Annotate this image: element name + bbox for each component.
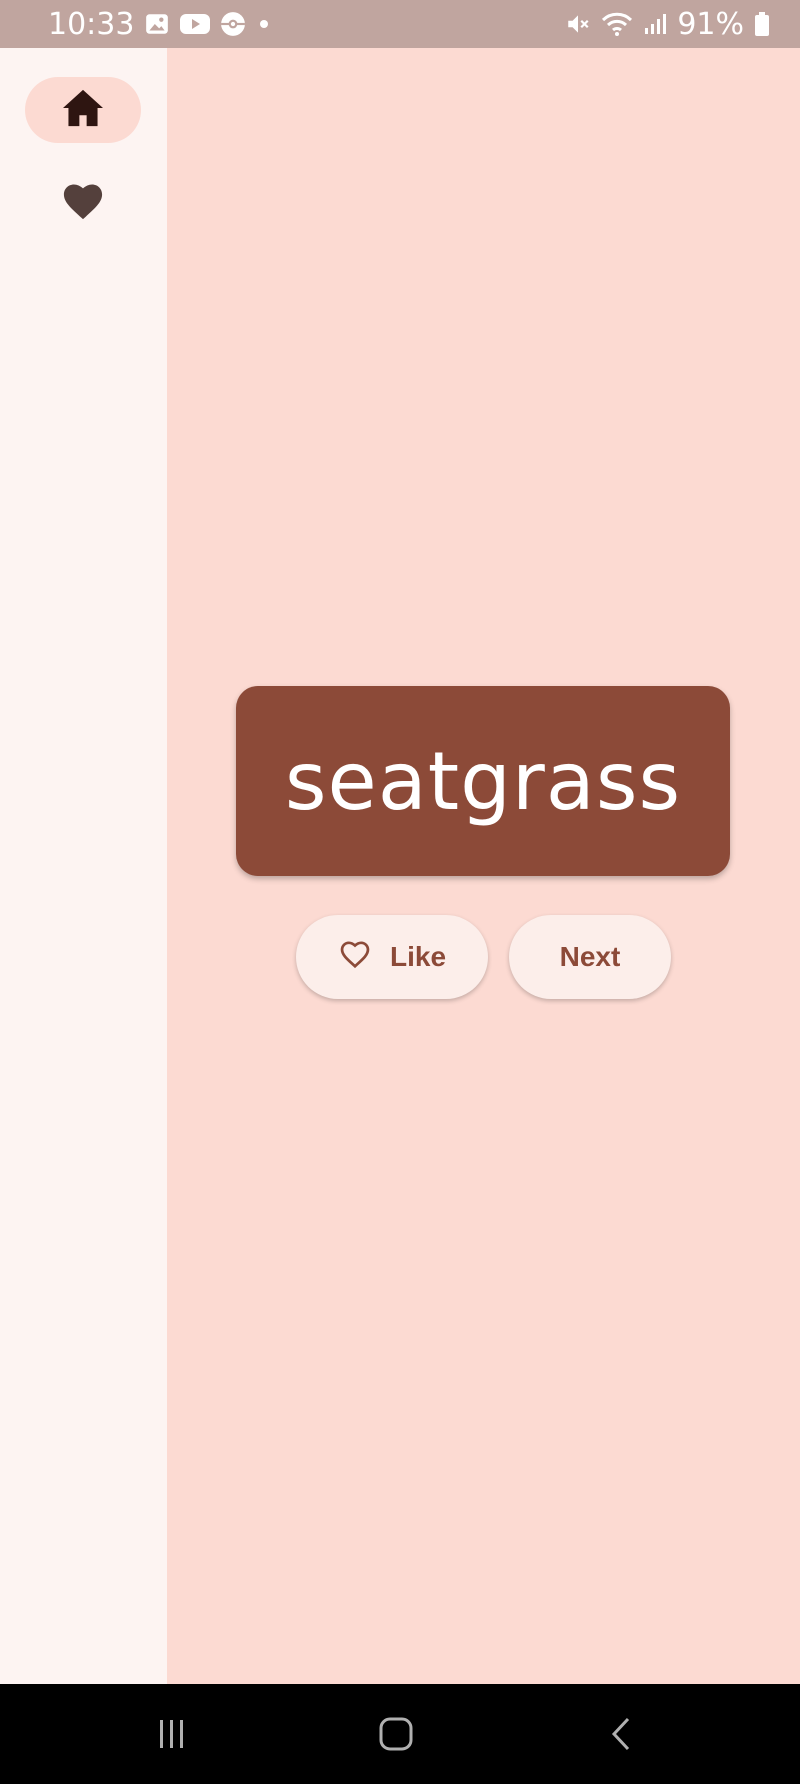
- word-card: seatgrass: [236, 686, 730, 876]
- status-time: 10:33: [48, 6, 135, 42]
- status-right: 91%: [565, 7, 770, 42]
- heart-icon: [61, 180, 105, 225]
- youtube-icon: [180, 12, 211, 36]
- signal-icon: [643, 12, 667, 36]
- home-outline-icon: [377, 1715, 415, 1758]
- dot-icon: [256, 16, 272, 32]
- heart-outline-icon: [338, 939, 372, 976]
- main-content: seatgrass Like Next: [167, 48, 800, 1684]
- next-button[interactable]: Next: [509, 915, 671, 999]
- like-button[interactable]: Like: [296, 915, 488, 999]
- battery-percent: 91%: [677, 6, 744, 42]
- next-button-label: Next: [559, 941, 621, 972]
- system-nav-bar: [0, 1684, 800, 1784]
- pokeball-icon: [220, 11, 246, 37]
- battery-icon: [754, 11, 770, 37]
- like-button-label: Like: [389, 941, 447, 972]
- rail-item-favorites[interactable]: [25, 169, 141, 235]
- nav-rail: [0, 48, 167, 1684]
- recents-icon: [154, 1716, 190, 1757]
- recents-button[interactable]: [150, 1714, 194, 1758]
- back-button[interactable]: [600, 1714, 644, 1758]
- mute-icon: [565, 11, 591, 37]
- rail-item-home[interactable]: [25, 77, 141, 143]
- gallery-icon: [144, 11, 170, 37]
- status-bar: 10:33 91%: [0, 0, 800, 48]
- home-icon: [61, 88, 105, 133]
- system-home-button[interactable]: [374, 1714, 418, 1758]
- status-left: 10:33: [48, 7, 272, 42]
- wifi-icon: [601, 11, 633, 37]
- back-icon: [604, 1716, 640, 1757]
- word-pair-text: seatgrass: [284, 734, 682, 828]
